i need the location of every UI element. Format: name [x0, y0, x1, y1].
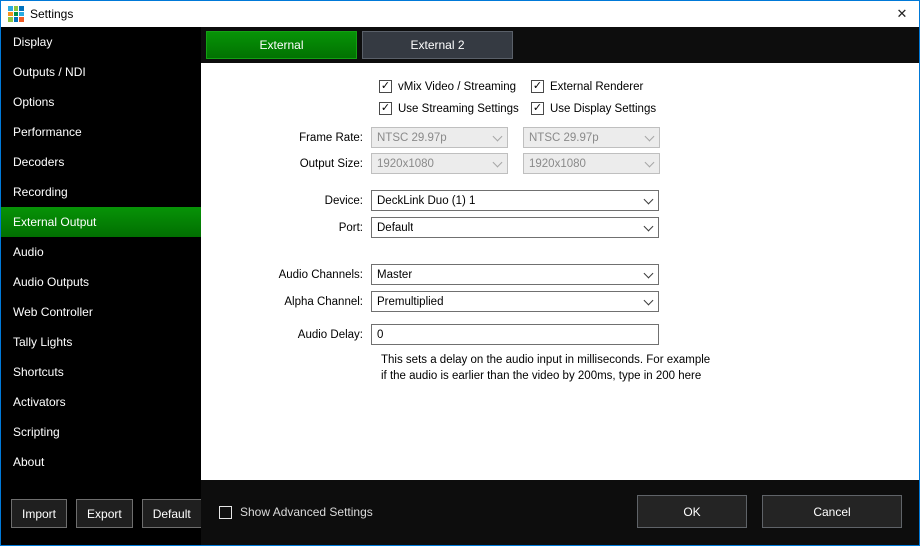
sidebar-item-outputs-ndi[interactable]: Outputs / NDI: [1, 57, 201, 87]
vmix-logo-icon: [8, 6, 24, 22]
checkbox-checked-icon: [379, 102, 392, 115]
chevron-down-icon: [493, 159, 502, 168]
audio-delay-input[interactable]: [371, 324, 659, 345]
device-row: Device: DeckLink Duo (1) 1: [201, 190, 919, 211]
tab-bar: External External 2: [206, 31, 513, 59]
settings-window: Settings ✕ Display Outputs / NDI Options…: [0, 0, 920, 546]
device-label: Device:: [201, 195, 371, 207]
checkbox-show-advanced-settings[interactable]: Show Advanced Settings: [219, 505, 373, 519]
port-select[interactable]: Default: [371, 217, 659, 238]
audio-channels-label: Audio Channels:: [201, 269, 371, 281]
chevron-down-icon: [644, 270, 653, 279]
chevron-down-icon: [644, 196, 653, 205]
output-size-row: Output Size: 1920x1080 1920x1080: [201, 153, 919, 174]
frame-rate-select-2: NTSC 29.97p: [523, 127, 660, 148]
checkbox-row-1: vMix Video / Streaming External Renderer: [379, 80, 919, 93]
sidebar-buttons: Import Export Default: [11, 499, 202, 528]
checkbox-use-display-settings[interactable]: Use Display Settings: [531, 102, 656, 115]
port-row: Port: Default: [201, 217, 919, 238]
settings-panel: vMix Video / Streaming External Renderer…: [201, 63, 919, 480]
chevron-down-icon: [493, 133, 502, 142]
frame-rate-row: Frame Rate: NTSC 29.97p NTSC 29.97p: [201, 127, 919, 148]
export-button[interactable]: Export: [76, 499, 133, 528]
checkbox-label: External Renderer: [550, 81, 643, 93]
sidebar-item-decoders[interactable]: Decoders: [1, 147, 201, 177]
sidebar: Display Outputs / NDI Options Performanc…: [1, 27, 201, 545]
chevron-down-icon: [644, 297, 653, 306]
tab-external-2[interactable]: External 2: [362, 31, 513, 59]
audio-delay-help-text: This sets a delay on the audio input in …: [381, 353, 713, 384]
output-size-label: Output Size:: [201, 158, 371, 170]
checkbox-label: vMix Video / Streaming: [398, 81, 516, 93]
sidebar-item-recording[interactable]: Recording: [1, 177, 201, 207]
output-size-select-1: 1920x1080: [371, 153, 508, 174]
sidebar-item-web-controller[interactable]: Web Controller: [1, 297, 201, 327]
checkbox-checked-icon: [531, 80, 544, 93]
sidebar-item-external-output[interactable]: External Output: [1, 207, 201, 237]
checkbox-vmix-video-streaming[interactable]: vMix Video / Streaming: [379, 80, 531, 93]
sidebar-item-shortcuts[interactable]: Shortcuts: [1, 357, 201, 387]
chevron-down-icon: [644, 223, 653, 232]
chevron-down-icon: [645, 133, 654, 142]
checkbox-use-streaming-settings[interactable]: Use Streaming Settings: [379, 102, 531, 115]
alpha-channel-row: Alpha Channel: Premultiplied: [201, 291, 919, 312]
ok-button[interactable]: OK: [637, 495, 747, 528]
alpha-channel-label: Alpha Channel:: [201, 296, 371, 308]
checkbox-row-2: Use Streaming Settings Use Display Setti…: [379, 102, 919, 115]
checkbox-label: Use Display Settings: [550, 103, 656, 115]
sidebar-item-scripting[interactable]: Scripting: [1, 417, 201, 447]
window-title: Settings: [30, 7, 73, 21]
audio-channels-select[interactable]: Master: [371, 264, 659, 285]
cancel-button[interactable]: Cancel: [762, 495, 902, 528]
output-size-select-2: 1920x1080: [523, 153, 660, 174]
port-label: Port:: [201, 222, 371, 234]
main-area: External External 2 vMix Video / Streami…: [201, 27, 919, 545]
sidebar-item-tally-lights[interactable]: Tally Lights: [1, 327, 201, 357]
device-select[interactable]: DeckLink Duo (1) 1: [371, 190, 659, 211]
sidebar-item-activators[interactable]: Activators: [1, 387, 201, 417]
alpha-channel-select[interactable]: Premultiplied: [371, 291, 659, 312]
close-icon[interactable]: ✕: [885, 1, 919, 27]
titlebar: Settings ✕: [1, 1, 919, 27]
sidebar-item-audio[interactable]: Audio: [1, 237, 201, 267]
import-button[interactable]: Import: [11, 499, 67, 528]
chevron-down-icon: [645, 159, 654, 168]
sidebar-item-display[interactable]: Display: [1, 27, 201, 57]
sidebar-item-audio-outputs[interactable]: Audio Outputs: [1, 267, 201, 297]
audio-delay-row: Audio Delay:: [201, 324, 919, 345]
sidebar-item-performance[interactable]: Performance: [1, 117, 201, 147]
checkbox-external-renderer[interactable]: External Renderer: [531, 80, 643, 93]
sidebar-item-options[interactable]: Options: [1, 87, 201, 117]
tab-external[interactable]: External: [206, 31, 357, 59]
default-button[interactable]: Default: [142, 499, 202, 528]
checkbox-checked-icon: [531, 102, 544, 115]
checkbox-label: Use Streaming Settings: [398, 103, 519, 115]
checkbox-checked-icon: [379, 80, 392, 93]
checkbox-unchecked-icon: [219, 506, 232, 519]
audio-channels-row: Audio Channels: Master: [201, 264, 919, 285]
show-advanced-label: Show Advanced Settings: [240, 505, 373, 519]
sidebar-item-about[interactable]: About: [1, 447, 201, 477]
frame-rate-label: Frame Rate:: [201, 132, 371, 144]
audio-delay-label: Audio Delay:: [201, 329, 371, 341]
frame-rate-select-1: NTSC 29.97p: [371, 127, 508, 148]
